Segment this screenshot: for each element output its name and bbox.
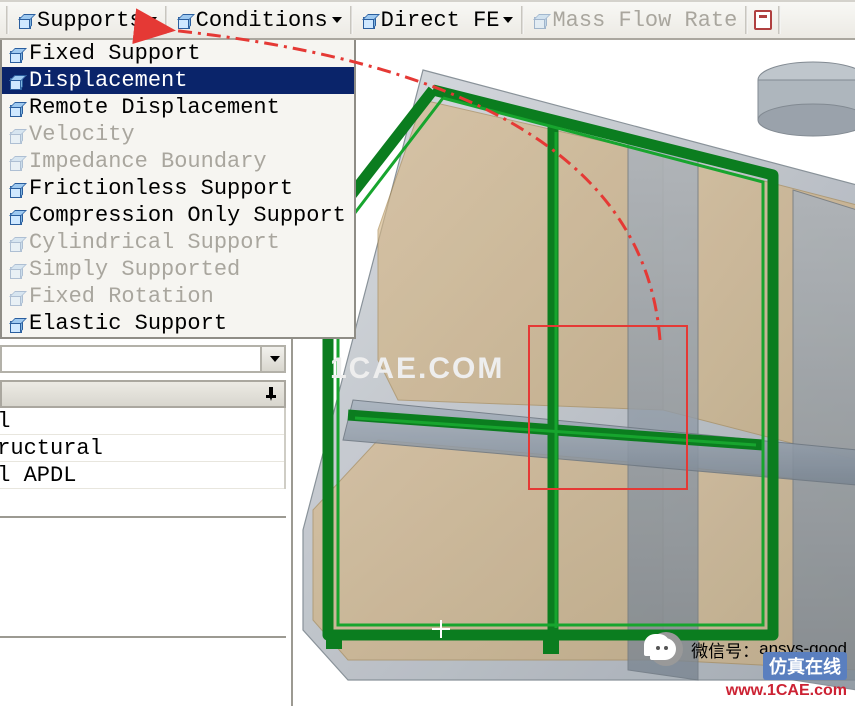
- chevron-down-icon: [270, 356, 280, 362]
- cube-icon: [4, 205, 26, 227]
- conditions-label: Conditions: [196, 8, 328, 33]
- cube-icon: [357, 9, 379, 31]
- dd-fixed-rotation: Fixed Rotation: [2, 283, 354, 310]
- cube-icon: [4, 286, 26, 308]
- dd-label: Fixed Rotation: [29, 284, 214, 309]
- dd-impedance-boundary: Impedance Boundary: [2, 148, 354, 175]
- dd-label: Elastic Support: [29, 311, 227, 336]
- toolbar-separator: [778, 6, 781, 34]
- cube-icon: [4, 43, 26, 65]
- document-icon: [754, 10, 772, 30]
- dd-label: Frictionless Support: [29, 176, 293, 201]
- cube-icon: [172, 9, 194, 31]
- direct-fe-menu-button[interactable]: Direct FE: [355, 5, 520, 35]
- cube-icon: [4, 259, 26, 281]
- dd-label: Cylindrical Support: [29, 230, 280, 255]
- dd-label: Remote Displacement: [29, 95, 280, 120]
- document-button[interactable]: [750, 5, 776, 35]
- cube-icon: [4, 70, 26, 92]
- panel-header: [0, 380, 286, 408]
- toolbar-separator: [165, 6, 168, 34]
- list-item-label: al APDL: [0, 463, 76, 488]
- toolbar-separator: [350, 6, 353, 34]
- list-item[interactable]: al: [0, 408, 284, 435]
- annotation-rect: [528, 325, 688, 490]
- dd-label: Velocity: [29, 122, 135, 147]
- site-name-cn: 仿真在线: [763, 652, 847, 680]
- toolbar: Supports Conditions Direct FE Mass Flow …: [0, 0, 855, 40]
- cube-icon: [13, 9, 35, 31]
- list-item[interactable]: al APDL: [0, 462, 284, 489]
- cube-icon: [4, 178, 26, 200]
- pin-icon[interactable]: [264, 387, 278, 401]
- cube-icon: [4, 313, 26, 335]
- cube-icon: [4, 232, 26, 254]
- dd-frictionless-support[interactable]: Frictionless Support: [2, 175, 354, 202]
- cursor-crosshair: [432, 620, 450, 638]
- cube-icon: [4, 97, 26, 119]
- direct-fe-label: Direct FE: [381, 8, 500, 33]
- list-item-label: tructural: [0, 436, 103, 461]
- dd-cylindrical-support: Cylindrical Support: [2, 229, 354, 256]
- list-item-label: al: [0, 409, 10, 434]
- chevron-down-icon: [503, 17, 513, 23]
- toolbar-separator: [521, 6, 524, 34]
- cube-icon: [4, 124, 26, 146]
- dd-displacement[interactable]: Displacement: [2, 67, 354, 94]
- combo-box[interactable]: [0, 345, 286, 373]
- details-list: al tructural al APDL: [0, 408, 286, 489]
- toolbar-separator: [745, 6, 748, 34]
- toolbar-separator: [6, 6, 9, 34]
- watermark: 1CAE.COM: [330, 352, 504, 386]
- mass-flow-label: Mass Flow Rate: [552, 8, 737, 33]
- dd-velocity: Velocity: [2, 121, 354, 148]
- cube-icon: [528, 9, 550, 31]
- combo-dropdown-button[interactable]: [260, 347, 284, 371]
- mass-flow-rate-button: Mass Flow Rate: [526, 5, 743, 35]
- dd-label: Simply Supported: [29, 257, 240, 282]
- site-badge: 仿真在线 www.1CAE.com: [726, 652, 847, 700]
- dd-remote-displacement[interactable]: Remote Displacement: [2, 94, 354, 121]
- dd-label: Impedance Boundary: [29, 149, 267, 174]
- divider: [0, 636, 286, 638]
- dd-simply-supported: Simply Supported: [2, 256, 354, 283]
- dd-label: Fixed Support: [29, 41, 201, 66]
- chevron-down-icon: [147, 17, 157, 23]
- dd-compression-only-support[interactable]: Compression Only Support: [2, 202, 354, 229]
- dd-label: Compression Only Support: [29, 203, 346, 228]
- chevron-down-icon: [332, 17, 342, 23]
- dd-elastic-support[interactable]: Elastic Support: [2, 310, 354, 337]
- supports-menu-button[interactable]: Supports: [11, 5, 163, 35]
- site-url: www.1CAE.com: [726, 682, 847, 700]
- dd-fixed-support[interactable]: Fixed Support: [2, 40, 354, 67]
- supports-dropdown: Fixed Support Displacement Remote Displa…: [0, 40, 356, 339]
- dd-label: Displacement: [29, 68, 187, 93]
- conditions-menu-button[interactable]: Conditions: [170, 5, 348, 35]
- divider: [0, 516, 286, 518]
- supports-label: Supports: [37, 8, 143, 33]
- cube-icon: [4, 151, 26, 173]
- list-item[interactable]: tructural: [0, 435, 284, 462]
- wechat-icon: [649, 632, 683, 666]
